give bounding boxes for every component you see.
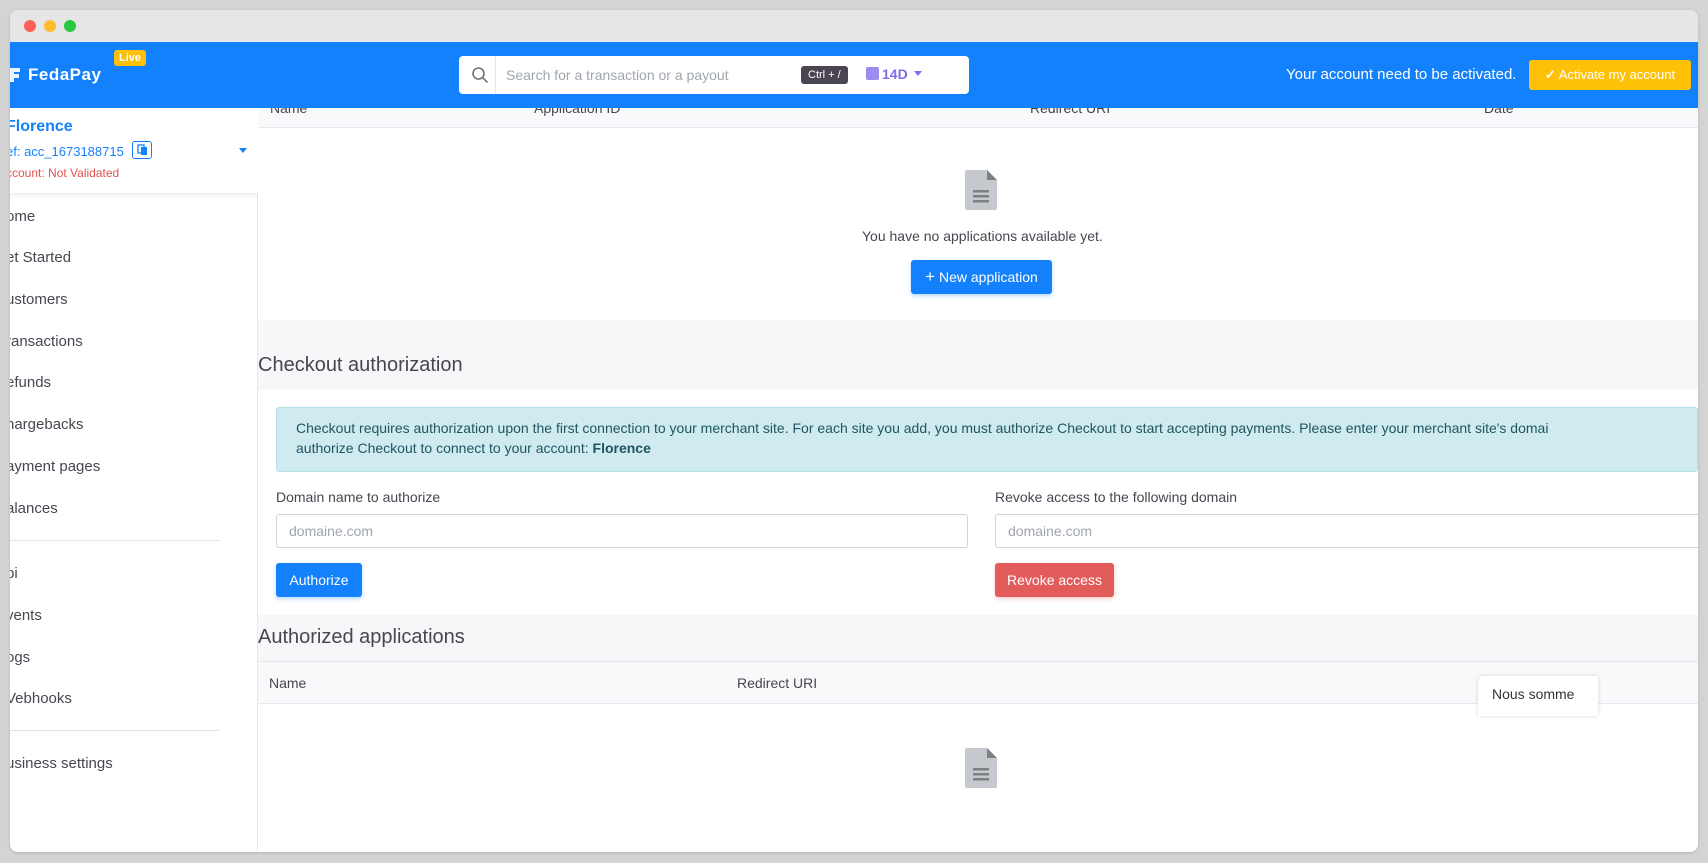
main-content: Name Application ID Redirect URI Date Yo… xyxy=(258,108,1698,852)
sidebar-item-customers[interactable]: ustomers xyxy=(10,291,68,308)
minimize-window-button[interactable] xyxy=(44,20,56,32)
revoke-access-button[interactable]: Revoke access xyxy=(995,563,1114,597)
chevron-down-icon xyxy=(913,71,922,76)
sidebar-item-api[interactable]: pi xyxy=(10,565,18,582)
chat-widget-label: Nous somme xyxy=(1492,686,1575,702)
sidebar-item-balances[interactable]: alances xyxy=(10,500,58,517)
chat-widget[interactable]: Nous somme xyxy=(1478,676,1598,716)
close-window-button[interactable] xyxy=(24,20,36,32)
activate-account-label: Activate my account xyxy=(1558,67,1676,82)
sidebar-item-chargebacks[interactable]: hargebacks xyxy=(10,416,84,433)
plus-icon: + xyxy=(925,267,936,286)
checkout-section-title: Checkout authorization xyxy=(258,354,463,376)
column-header-name: Name xyxy=(269,675,307,691)
title-bar xyxy=(10,10,1698,42)
search-input[interactable] xyxy=(506,56,796,94)
account-switcher[interactable]: Florence ef: acc_1673188715 ccount: Not … xyxy=(10,108,258,193)
calendar-icon xyxy=(866,67,879,80)
sidebar-item-business-settings[interactable]: usiness settings xyxy=(10,755,113,772)
account-ref: ef: acc_1673188715 xyxy=(10,144,124,159)
checkout-card: Checkout requires authorization upon the… xyxy=(258,390,1698,615)
applications-card: Name Application ID Redirect URI Date Yo… xyxy=(258,108,1698,320)
sidebar-item-home[interactable]: ome xyxy=(10,208,35,225)
domain-field-label: Domain name to authorize xyxy=(276,489,441,505)
activate-account-button[interactable]: ✓ Activate my account xyxy=(1529,60,1691,90)
maximize-window-button[interactable] xyxy=(64,20,76,32)
search-bar: Ctrl + / 14D xyxy=(459,56,969,94)
sidebar-item-transactions[interactable]: ransactions xyxy=(10,333,83,350)
empty-applications-text: You have no applications available yet. xyxy=(862,228,1103,244)
new-application-label: New application xyxy=(938,269,1038,285)
activation-notice: Your account need to be activated. xyxy=(1286,66,1517,83)
domain-input[interactable] xyxy=(276,514,968,548)
checkout-info-alert: Checkout requires authorization upon the… xyxy=(276,407,1698,472)
revoke-domain-input[interactable] xyxy=(995,514,1698,548)
search-separator xyxy=(495,56,496,94)
check-icon: ✓ xyxy=(1544,67,1556,82)
applications-table-header: Name Application ID Redirect URI Date xyxy=(258,108,1698,128)
search-icon xyxy=(472,67,488,83)
search-shortcut-badge: Ctrl + / xyxy=(801,66,848,84)
period-label: 14D xyxy=(882,66,908,82)
copy-icon[interactable] xyxy=(132,141,152,159)
sidebar-item-get-started[interactable]: et Started xyxy=(10,249,71,266)
account-name: Florence xyxy=(10,118,73,135)
revoke-field-label: Revoke access to the following domain xyxy=(995,489,1238,505)
live-badge: Live xyxy=(114,50,147,66)
sidebar-divider xyxy=(10,730,220,731)
browser-window: FedaPay Live Ctrl + / 14D Your account n… xyxy=(10,10,1698,852)
sidebar-item-refunds[interactable]: efunds xyxy=(10,374,51,391)
document-icon xyxy=(965,748,997,788)
info-line-2: authorize Checkout to connect to your ac… xyxy=(296,438,1678,458)
info-account-name: Florence xyxy=(592,440,651,456)
column-header-date: Date xyxy=(1484,108,1514,116)
fedapay-logo-icon xyxy=(10,68,20,82)
column-header-redirect-uri: Redirect URI xyxy=(737,675,818,691)
column-header-redirect-uri: Redirect URI xyxy=(1030,108,1111,116)
info-line-1: Checkout requires authorization upon the… xyxy=(296,420,1549,436)
column-header-name: Name xyxy=(270,108,308,116)
chevron-down-icon[interactable] xyxy=(239,148,247,153)
sidebar-item-webhooks[interactable]: Vebhooks xyxy=(10,690,72,707)
brand[interactable]: FedaPay Live xyxy=(10,42,180,108)
sidebar-divider xyxy=(10,540,220,541)
new-application-button[interactable]: + New application xyxy=(911,260,1052,294)
authorized-section-title: Authorized applications xyxy=(258,626,465,648)
sidebar: Florence ef: acc_1673188715 ccount: Not … xyxy=(10,108,258,852)
account-status: ccount: Not Validated xyxy=(10,166,120,180)
column-header-application-id: Application ID xyxy=(534,108,621,116)
sidebar-item-payment-pages[interactable]: ayment pages xyxy=(10,458,100,475)
document-icon xyxy=(965,170,997,210)
period-dropdown[interactable]: 14D xyxy=(866,66,922,84)
sidebar-item-logs[interactable]: ogs xyxy=(10,649,30,666)
top-navbar: FedaPay Live Ctrl + / 14D Your account n… xyxy=(10,42,1698,108)
sidebar-item-events[interactable]: vents xyxy=(10,607,42,624)
brand-name: FedaPay xyxy=(28,65,102,84)
info-line-2-text: authorize Checkout to connect to your ac… xyxy=(296,440,593,456)
authorize-button[interactable]: Authorize xyxy=(276,563,362,597)
